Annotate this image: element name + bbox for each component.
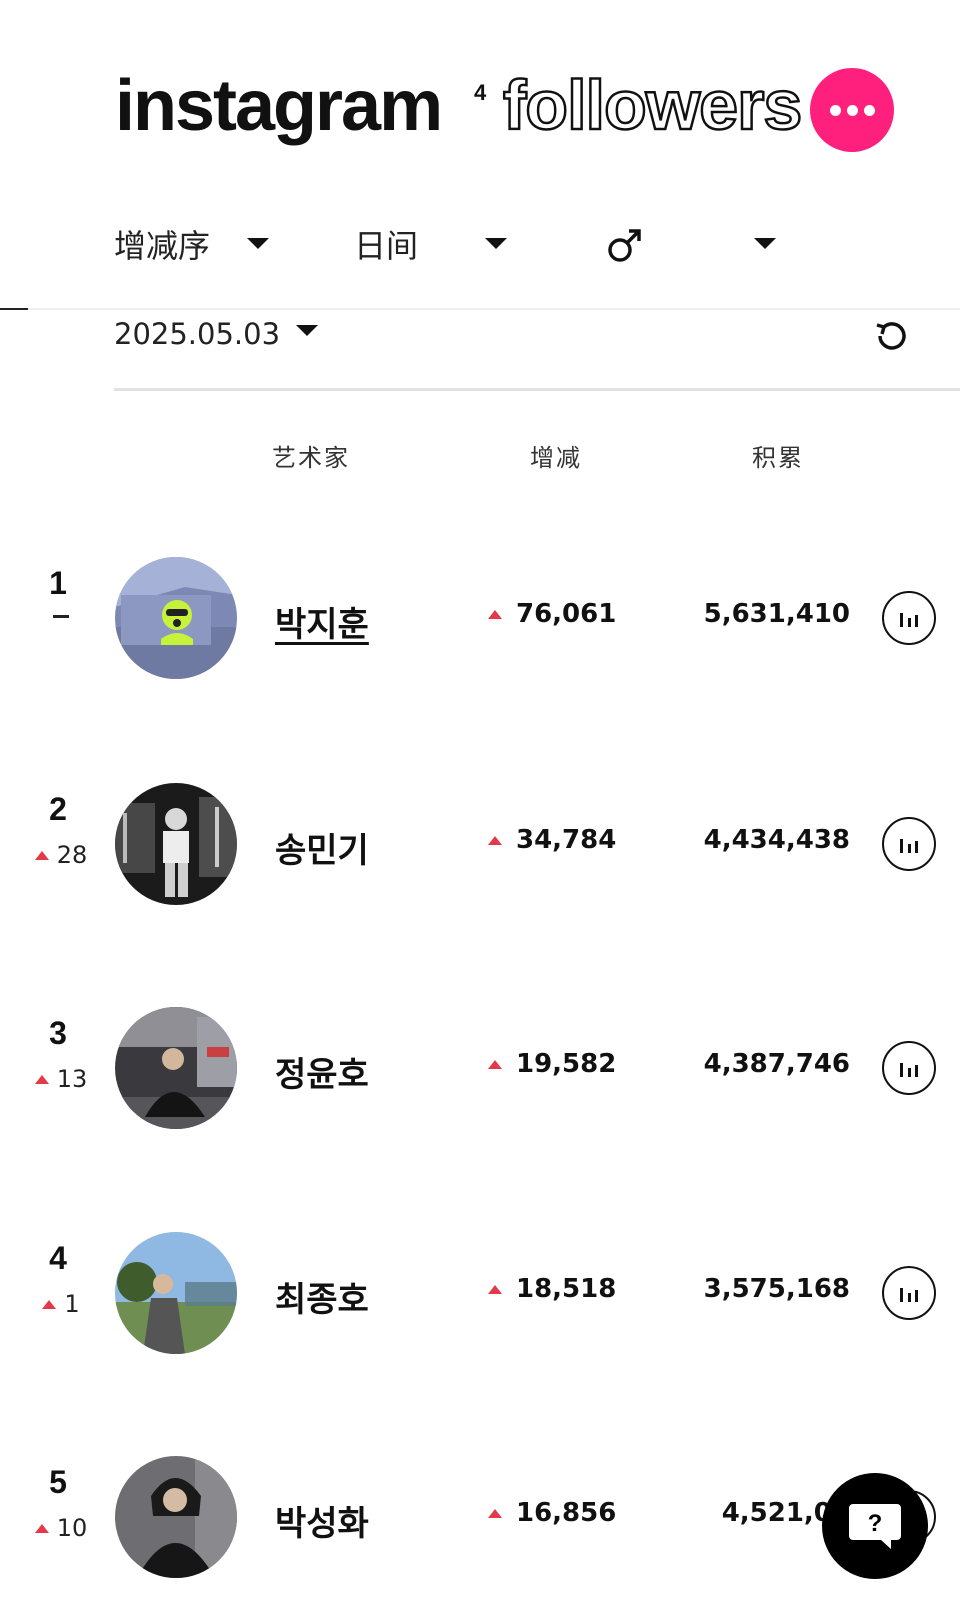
rank-change: 10 [26,1514,96,1542]
column-header-artist: 艺术家 [272,444,350,472]
up-arrow-icon [34,850,49,860]
follower-total: 4,434,438 [703,825,850,855]
table-row[interactable]: 5 10 박성화 16,856 4,521,05 [0,1456,960,1586]
rank-number: 4 [49,1240,67,1276]
rank-change-value: 1 [64,1290,80,1318]
sort-chevron-down-icon[interactable] [247,238,269,249]
follower-change: 16,856 [488,1498,616,1528]
period-dropdown[interactable]: 日间 [354,222,418,266]
follower-change: 19,582 [488,1049,616,1079]
artist-name-link[interactable]: 최종호 [275,1272,369,1321]
sort-dropdown-label: 增减序 [114,227,211,265]
rank-number: 2 [49,791,67,827]
brand-subtitle: followers [502,66,804,144]
chart-button[interactable] [882,591,936,645]
follower-change: 18,518 [488,1274,616,1304]
rank-change: 1 [26,1290,96,1318]
more-dots-icon [829,104,841,116]
avatar[interactable] [115,1456,237,1578]
rank-change: 28 [26,841,96,869]
rank-change: 13 [26,1065,96,1093]
follower-total: 3,575,168 [703,1274,850,1304]
sort-dropdown[interactable]: 增减序 [114,222,210,266]
column-header-change: 增减 [530,444,582,472]
table-row[interactable]: 4 1 최종호 18,518 3,575,168 [0,1232,960,1362]
rank-change [26,615,96,618]
chart-button[interactable] [882,817,936,871]
rank-number: 3 [49,1015,67,1051]
divider-marker [0,308,28,310]
up-arrow-icon [488,609,502,619]
avatar[interactable] [115,1007,237,1129]
divider [114,388,960,391]
table-row[interactable]: 1 박지훈 76,061 5,631,410 [0,557,960,687]
up-arrow-icon [488,1059,502,1069]
follower-change-value: 34,784 [516,825,617,855]
table-row[interactable]: 2 28 송민기 34,784 4,434,438 [0,783,960,913]
avatar[interactable] [115,1232,237,1354]
help-button[interactable]: ? [822,1473,928,1579]
follower-total: 4,387,746 [703,1049,850,1079]
brand-logo: instagram [115,66,443,146]
table-row[interactable]: 3 13 정윤호 19,582 4,387,746 [0,1007,960,1137]
period-chevron-down-icon[interactable] [485,238,507,249]
rank-change-value: 10 [56,1514,88,1542]
up-arrow-icon [34,1523,49,1533]
avatar[interactable] [115,783,237,905]
rank-change-value: 13 [56,1065,88,1093]
column-header-total: 积累 [752,444,804,472]
follower-change-value: 19,582 [516,1049,617,1079]
help-label: ? [868,1510,883,1537]
up-arrow-icon [488,1508,502,1518]
artist-name-link[interactable]: 박성화 [275,1496,369,1545]
more-button[interactable] [810,68,894,152]
artist-name-link[interactable]: 송민기 [275,823,369,872]
help-chat-icon: ? [849,1504,901,1549]
page: instagram 4 followers 增减序 日间 2025.05.03 … [0,0,960,1613]
date-value: 2025.05.03 [114,317,281,351]
rank-number: 5 [49,1464,67,1500]
follower-change-value: 18,518 [516,1274,617,1304]
up-arrow-icon [488,1284,502,1294]
period-dropdown-label: 日间 [354,227,419,265]
male-symbol-icon[interactable] [606,226,644,264]
up-arrow-icon [42,1299,57,1309]
gender-chevron-down-icon[interactable] [754,238,776,249]
brand-superscript: 4 [474,80,487,105]
rank-change-value: 28 [56,841,88,869]
up-arrow-icon [488,835,502,845]
follower-change: 76,061 [488,599,616,629]
avatar[interactable] [115,557,237,679]
no-change-icon [53,615,69,618]
divider [0,308,960,310]
artist-name-link[interactable]: 정윤호 [275,1047,369,1096]
up-arrow-icon [34,1074,49,1084]
artist-name-link[interactable]: 박지훈 [275,597,369,646]
date-chevron-down-icon[interactable] [296,325,318,336]
follower-change-value: 16,856 [516,1498,617,1528]
follower-change-value: 76,061 [516,599,617,629]
refresh-icon[interactable] [872,316,912,356]
chart-button[interactable] [882,1266,936,1320]
follower-change: 34,784 [488,825,616,855]
rank-number: 1 [49,565,67,601]
chart-button[interactable] [882,1041,936,1095]
date-picker[interactable]: 2025.05.03 [114,312,280,356]
follower-total: 5,631,410 [703,599,850,629]
